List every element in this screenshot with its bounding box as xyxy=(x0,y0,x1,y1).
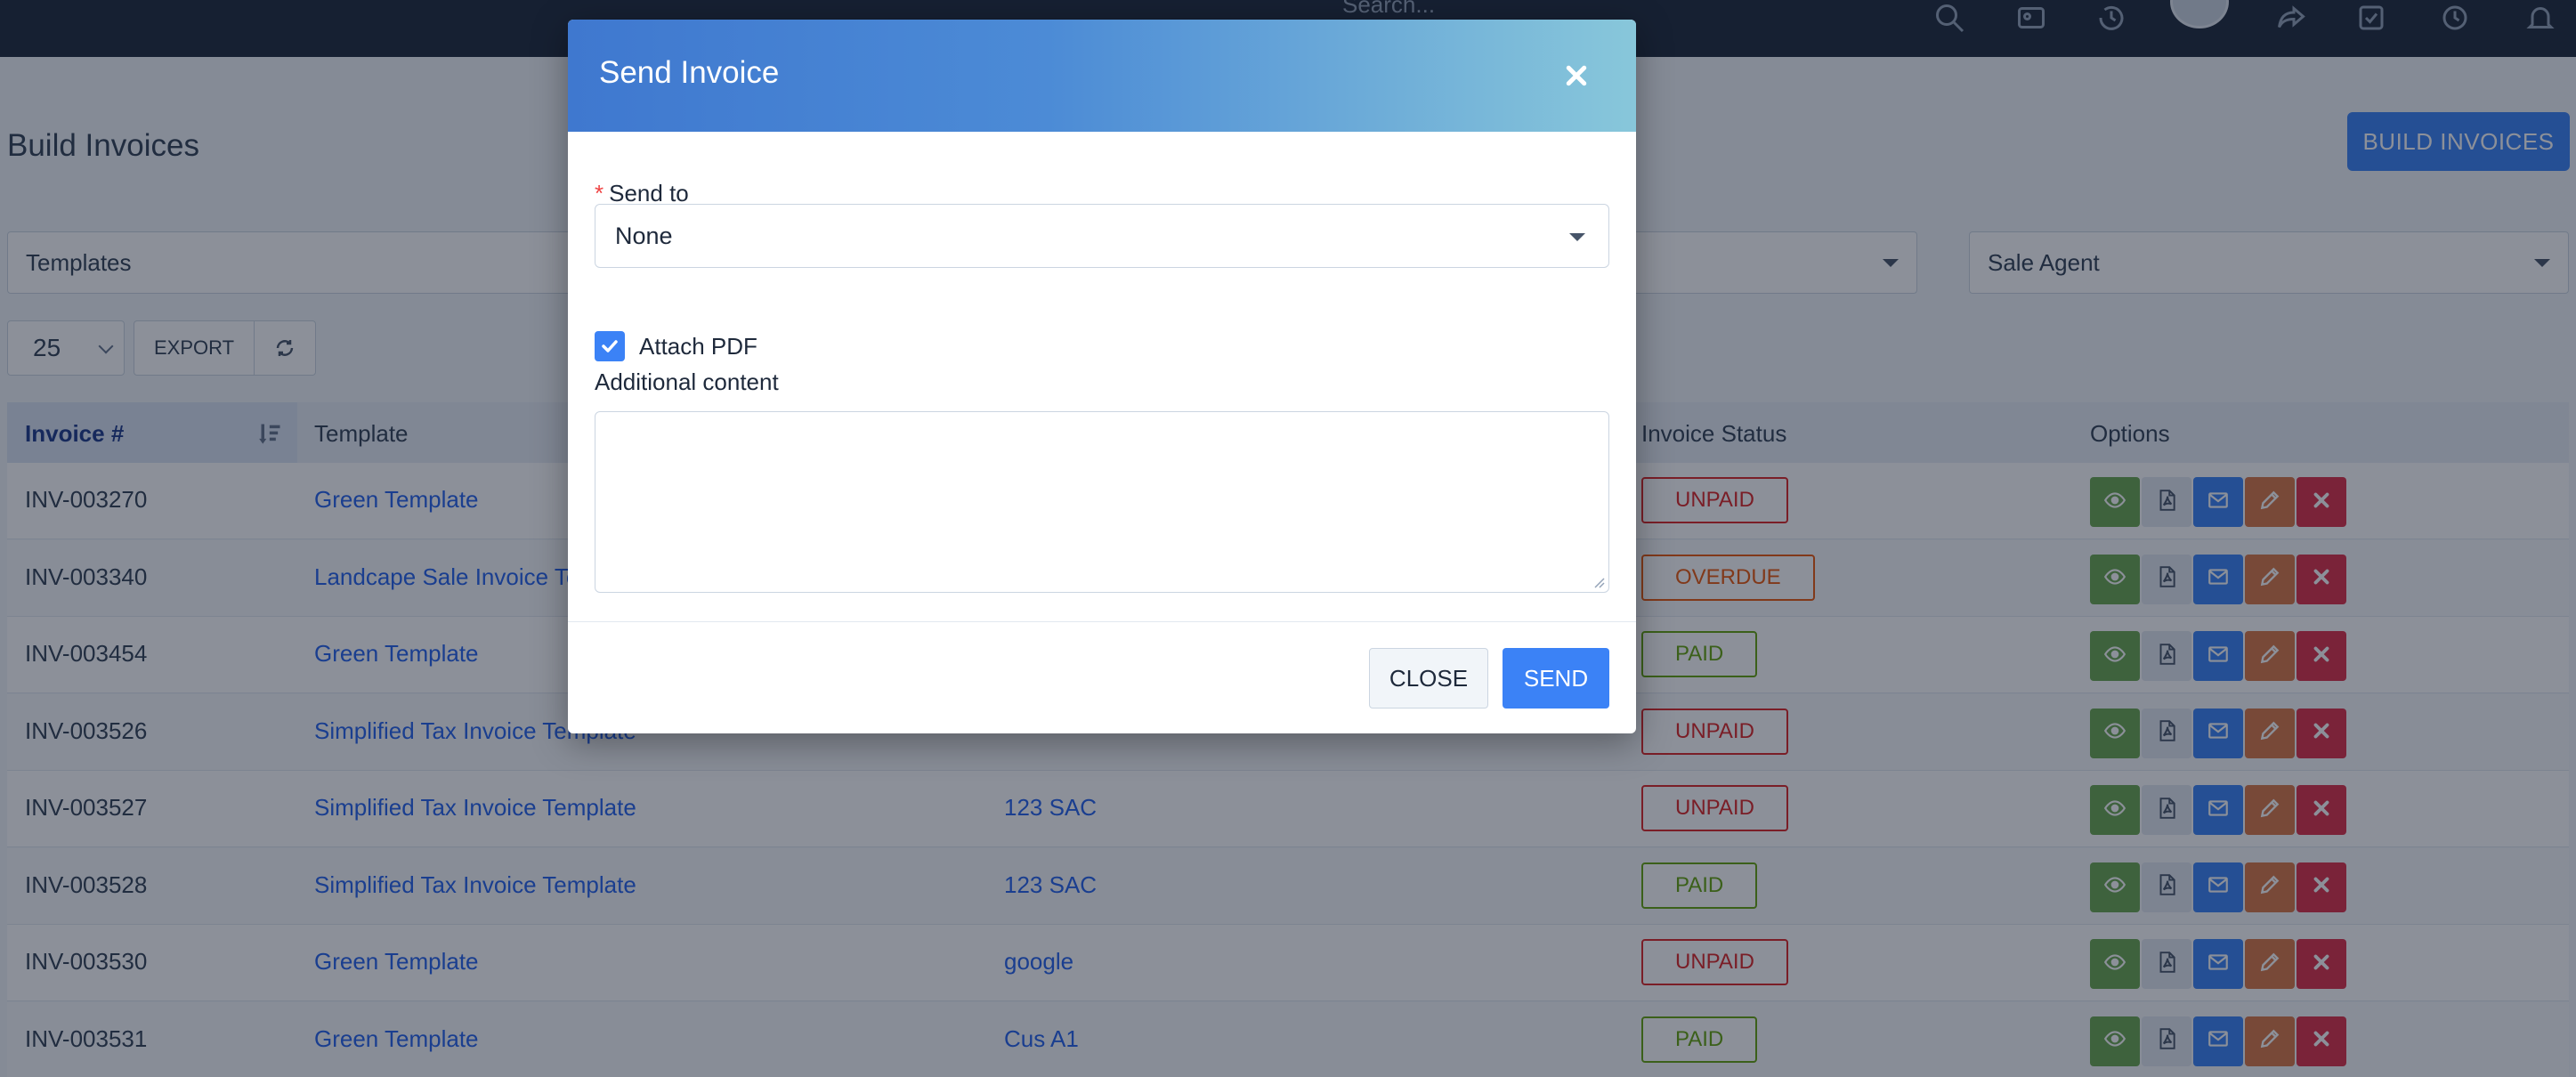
modal-footer-divider xyxy=(568,621,1636,622)
send-to-select[interactable]: None xyxy=(595,204,1609,268)
attach-pdf-checkbox[interactable] xyxy=(595,331,625,361)
additional-content-textarea[interactable] xyxy=(595,411,1609,593)
send-to-value: None xyxy=(615,222,673,249)
additional-content-label: Additional content xyxy=(595,368,779,395)
send-button[interactable]: SEND xyxy=(1503,648,1609,709)
send-invoice-modal: Send Invoice * Send to None Attach PDF Ad… xyxy=(568,20,1636,733)
resize-grip-icon[interactable] xyxy=(1592,576,1605,588)
chevron-down-icon xyxy=(1569,233,1585,241)
close-button[interactable]: CLOSE xyxy=(1369,648,1488,709)
required-mark: * xyxy=(595,180,604,206)
attach-pdf-label[interactable]: Attach PDF xyxy=(639,333,757,360)
modal-header: Send Invoice xyxy=(568,20,1636,132)
modal-title: Send Invoice xyxy=(599,55,780,90)
checkmark-icon xyxy=(602,340,618,352)
close-icon[interactable] xyxy=(1556,55,1597,96)
